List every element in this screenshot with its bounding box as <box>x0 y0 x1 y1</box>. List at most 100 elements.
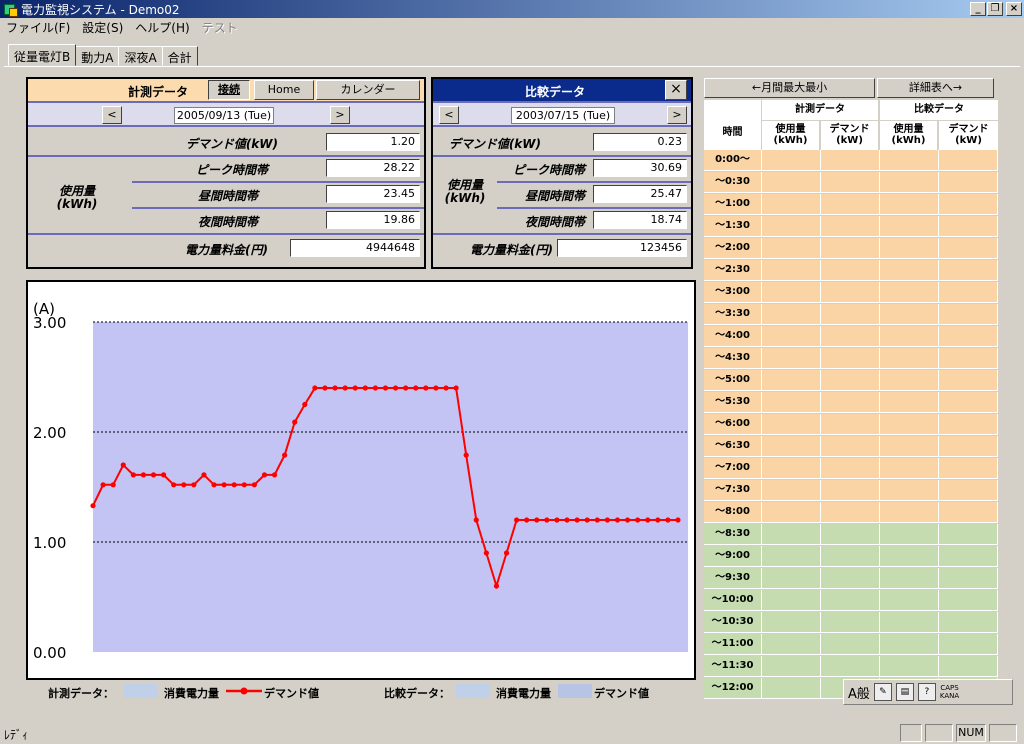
compare-fee-value: 123456 <box>557 239 687 257</box>
demand-point <box>443 385 449 391</box>
table-cell <box>880 502 939 523</box>
detail-table-button[interactable]: 詳細表へ→ <box>877 78 994 98</box>
compare-date-field[interactable]: 2003/07/15 (Tue) <box>511 107 615 124</box>
compare-prev-date-button[interactable]: < <box>439 106 459 124</box>
compare-peak-value: 30.69 <box>593 159 687 177</box>
table-cell <box>880 612 939 633</box>
table-cell <box>939 612 998 633</box>
ime-tool-icon[interactable]: ✎ <box>873 683 892 701</box>
measure-night-label: 夜間時間帯 <box>197 215 258 229</box>
ime-dictionary-icon[interactable]: ▤ <box>895 683 914 701</box>
compare-next-date-button[interactable]: > <box>667 106 687 124</box>
tab-shinya-a[interactable]: 深夜A <box>118 46 163 66</box>
table-row-time: ～8:00 <box>704 502 762 523</box>
menu-help[interactable]: ヘルプ(H) <box>129 19 195 36</box>
menu-settings[interactable]: 設定(S) <box>76 19 129 36</box>
calendar-button[interactable]: カレンダー <box>316 80 420 100</box>
demand-point <box>181 482 187 488</box>
table-cell <box>762 304 821 325</box>
table-row-time: ～5:00 <box>704 370 762 391</box>
connect-button[interactable]: 接続 <box>208 80 250 100</box>
tab-divider <box>4 66 1020 67</box>
plot-area <box>93 322 688 652</box>
table-cell <box>821 458 880 479</box>
table-cell <box>762 502 821 523</box>
table-cell <box>880 370 939 391</box>
table-cell <box>880 216 939 237</box>
table-cell <box>939 458 998 479</box>
app-icon[interactable] <box>3 2 18 17</box>
window-title: 電力監視システム - Demo02 <box>21 2 180 17</box>
table-cell <box>939 150 998 171</box>
table-cell <box>939 656 998 677</box>
tab-total[interactable]: 合計 <box>161 46 198 66</box>
table-cell <box>880 568 939 589</box>
table-cell <box>880 414 939 435</box>
legend-measure-label: 計測データ： <box>48 687 114 700</box>
demand-point <box>322 385 328 391</box>
demand-point <box>221 482 227 488</box>
table-row: ～9:00 <box>704 546 998 567</box>
table-cell <box>821 348 880 369</box>
maximize-button[interactable]: ❐ <box>987 2 1003 16</box>
y-tick-label: 2.00 <box>33 424 66 442</box>
table-cell <box>762 282 821 303</box>
table-cell <box>880 282 939 303</box>
demand-point <box>503 550 510 556</box>
compare-peak-label: ピーク時間帯 <box>512 163 585 177</box>
table-cell <box>762 678 821 699</box>
tab-strip: 従量電灯B 動力A 深夜A 合計 <box>8 44 198 66</box>
table-cell <box>880 546 939 567</box>
table-cell <box>762 568 821 589</box>
table-row-time: ～4:00 <box>704 326 762 347</box>
measure-peak-value: 28.22 <box>326 159 420 177</box>
compare-close-button[interactable]: × <box>665 80 687 100</box>
table-cell <box>821 656 880 677</box>
table-cell <box>821 392 880 413</box>
demand-point <box>342 385 348 391</box>
table-group-compare: 比較データ <box>880 100 998 120</box>
table-cell <box>880 524 939 545</box>
legend-measure-demand: デマンド値 <box>264 687 319 700</box>
table-row-time: ～11:00 <box>704 634 762 655</box>
table-cell <box>821 590 880 611</box>
table-row: ～0:30 <box>704 172 998 193</box>
demand-point <box>302 401 308 408</box>
table-cell <box>762 194 821 215</box>
measure-date-field[interactable]: 2005/09/13 (Tue) <box>174 107 274 124</box>
table-row-time: ～9:30 <box>704 568 762 589</box>
table-cell <box>939 634 998 655</box>
table-cell <box>880 458 939 479</box>
measure-next-date-button[interactable]: > <box>330 106 350 124</box>
table-row-time: ～3:00 <box>704 282 762 303</box>
ime-mode[interactable]: A般 <box>848 683 870 702</box>
measure-panel: 計測データ 接続 Home カレンダー < 2005/09/13 (Tue) >… <box>26 77 426 269</box>
demand-point <box>635 517 641 523</box>
table-cell <box>939 370 998 391</box>
measure-peak-label: ピーク時間帯 <box>195 163 268 177</box>
compare-day-value: 25.47 <box>593 185 687 203</box>
demand-point <box>120 462 126 468</box>
ime-toolbar: A般 ✎ ▤ ? CAPS KANA <box>843 679 1013 705</box>
close-button[interactable]: × <box>1006 2 1022 16</box>
demand-point <box>130 472 136 478</box>
table-cell <box>762 524 821 545</box>
table-cell <box>762 414 821 435</box>
measure-day-label: 昼間時間帯 <box>197 189 258 203</box>
menu-file[interactable]: ファイル(F) <box>0 19 76 36</box>
table-cell <box>880 480 939 501</box>
table-cell <box>821 282 880 303</box>
measure-prev-date-button[interactable]: < <box>102 106 122 124</box>
demand-point <box>241 482 247 488</box>
demand-point <box>614 517 621 523</box>
demand-point <box>191 482 197 488</box>
table-row-time: ～1:30 <box>704 216 762 237</box>
tab-juuryou-b[interactable]: 従量電灯B <box>8 44 77 66</box>
monthly-minmax-button[interactable]: ←月間最大最小 <box>704 78 875 98</box>
table-cell <box>762 480 821 501</box>
ime-help-icon[interactable]: ? <box>917 683 936 701</box>
minimize-button[interactable]: _ <box>970 2 986 16</box>
tab-douryoku-a[interactable]: 動力A <box>75 46 120 66</box>
table-row-time: ～6:30 <box>704 436 762 457</box>
home-button[interactable]: Home <box>254 80 314 100</box>
